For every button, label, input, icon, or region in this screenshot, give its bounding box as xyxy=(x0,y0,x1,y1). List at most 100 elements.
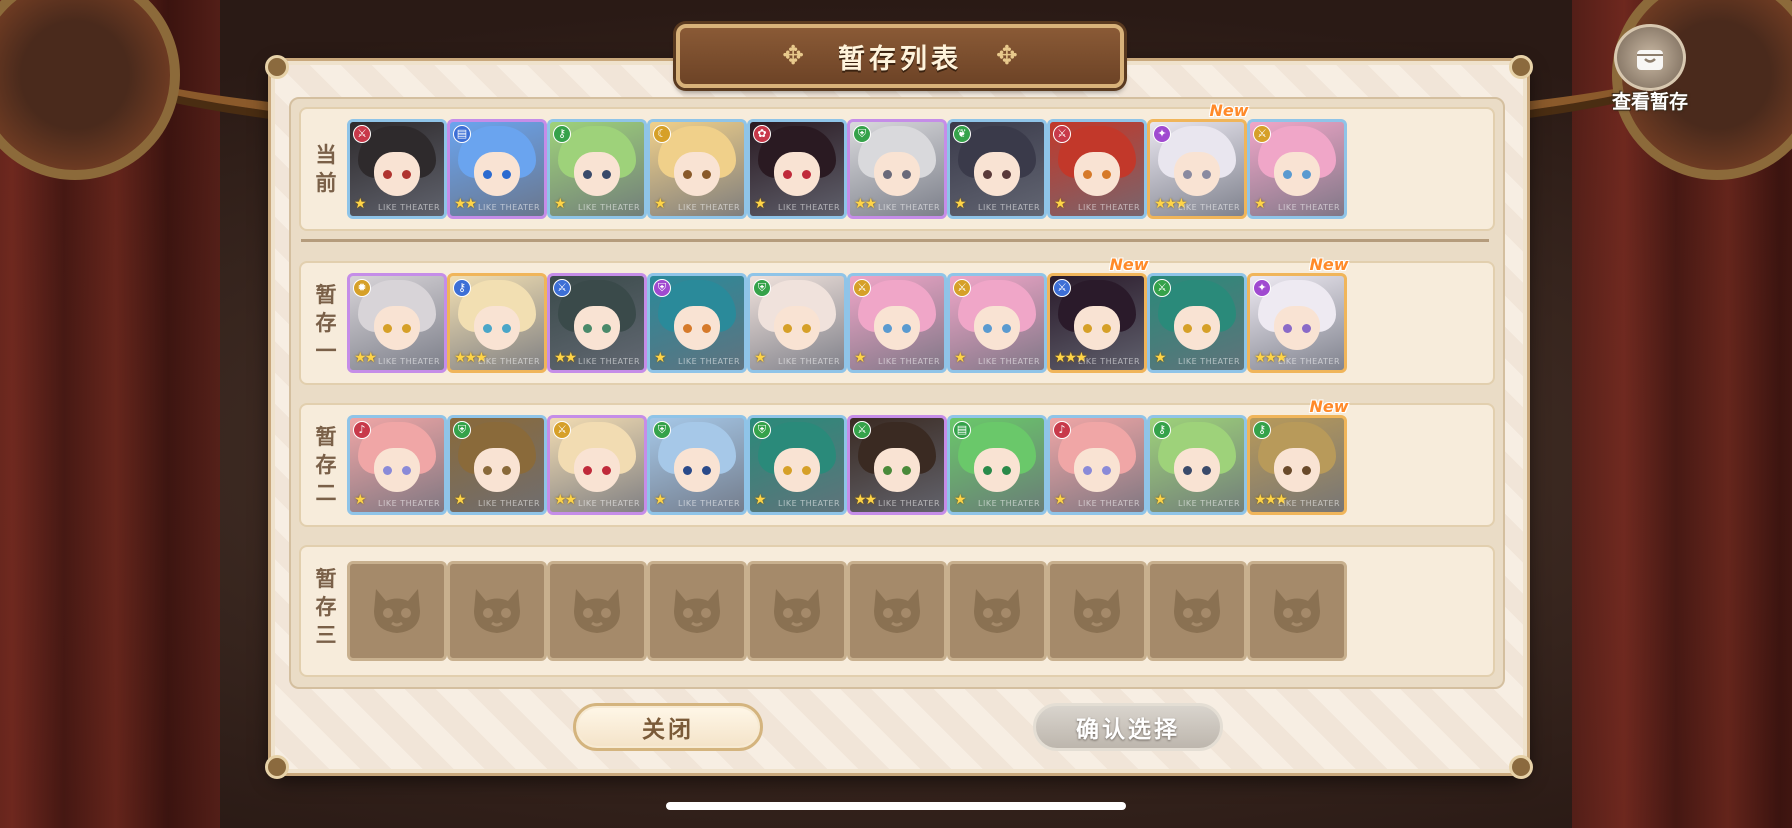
rarity-stars: ★★ xyxy=(854,492,877,508)
character-eye xyxy=(502,170,511,179)
character-card[interactable]: ⛨ ★ LIKE THEATER xyxy=(747,273,847,373)
row-label-char: 当 xyxy=(315,143,337,167)
sword-icon: ⚔ xyxy=(1253,125,1271,143)
rarity-stars: ★ xyxy=(1054,492,1066,508)
character-card[interactable]: ♪ ★ LIKE THEATER xyxy=(347,415,447,515)
character-card[interactable]: ▤ ★ LIKE THEATER xyxy=(947,415,1047,515)
empty-slot[interactable] xyxy=(1247,561,1347,661)
character-eye xyxy=(702,170,711,179)
row-stash-2[interactable]: 暂 存 二 ♪ ★ LIKE THEATER ⛨ ★ LIKE THEATER ⚔ ★★ LIK… xyxy=(299,397,1495,527)
empty-slot[interactable] xyxy=(847,561,947,661)
sword-icon: ⚔ xyxy=(853,279,871,297)
character-eye xyxy=(902,466,911,475)
character-card[interactable]: ✦ ★★★ LIKE THEATER xyxy=(1147,119,1247,219)
empty-slot[interactable] xyxy=(547,561,647,661)
character-face xyxy=(674,306,720,350)
character-card[interactable]: ⚷ ★ LIKE THEATER xyxy=(1147,415,1247,515)
character-face xyxy=(1074,152,1120,196)
character-card[interactable]: ▤ ★★ LIKE THEATER xyxy=(447,119,547,219)
moon-icon: ☾ xyxy=(653,125,671,143)
character-card[interactable]: ⚔ ★ LIKE THEATER xyxy=(1247,119,1347,219)
row-current[interactable]: 当 前 ⚔ ★ LIKE THEATER ▤ ★★ LIKE THEATER ⚷ ★ LIKE … xyxy=(299,101,1495,231)
character-card[interactable]: ⚔ ★★ LIKE THEATER xyxy=(547,415,647,515)
character-card[interactable]: ⚔ ★★ LIKE THEATER xyxy=(847,415,947,515)
empty-slot[interactable] xyxy=(1047,561,1147,661)
character-eye xyxy=(783,170,792,179)
character-eye xyxy=(1283,324,1292,333)
home-indicator[interactable] xyxy=(666,802,1126,810)
sword-icon: ⚔ xyxy=(1053,125,1071,143)
card-brand: LIKE THEATER xyxy=(578,499,640,508)
empty-slot[interactable] xyxy=(747,561,847,661)
character-card[interactable]: ✹ ★★ LIKE THEATER xyxy=(347,273,447,373)
character-card[interactable]: ⚔ ★ LIKE THEATER xyxy=(947,273,1047,373)
panel-corner xyxy=(265,55,289,79)
card-brand: LIKE THEATER xyxy=(978,499,1040,508)
character-eye xyxy=(1102,170,1111,179)
character-card[interactable]: ⚷ ★★★ LIKE THEATER xyxy=(1247,415,1347,515)
character-card[interactable]: ⛨ ★★ LIKE THEATER xyxy=(847,119,947,219)
character-card[interactable]: ⚷ ★ LIKE THEATER xyxy=(547,119,647,219)
character-eye xyxy=(783,466,792,475)
card-brand: LIKE THEATER xyxy=(1278,357,1340,366)
character-card[interactable]: ⚔ ★ LIKE THEATER xyxy=(1047,119,1147,219)
character-eye xyxy=(383,466,392,475)
character-eye xyxy=(483,466,492,475)
rarity-stars: ★ xyxy=(654,492,666,508)
character-card[interactable]: ⚷ ★★★ LIKE THEATER xyxy=(447,273,547,373)
character-face xyxy=(774,448,820,492)
card-brand: LIKE THEATER xyxy=(378,357,440,366)
chest-icon xyxy=(1614,24,1686,91)
character-eye xyxy=(1202,170,1211,179)
row-label: 暂 存 三 xyxy=(309,557,343,657)
character-card[interactable]: ⛨ ★ LIKE THEATER xyxy=(647,415,747,515)
character-card[interactable]: ⚔ ★ LIKE THEATER xyxy=(847,273,947,373)
shield-icon: ⛨ xyxy=(653,279,671,297)
row-stash-3[interactable]: 暂 存 三 xyxy=(299,545,1495,677)
card-brand: LIKE THEATER xyxy=(478,357,540,366)
confirm-selection-button[interactable]: 确认选择 xyxy=(1033,703,1223,751)
character-card[interactable]: ⚔ ★★ LIKE THEATER xyxy=(547,273,647,373)
character-eye xyxy=(883,170,892,179)
book-icon: ▤ xyxy=(953,421,971,439)
card-brand: LIKE THEATER xyxy=(878,203,940,212)
character-card[interactable]: ⛨ ★ LIKE THEATER xyxy=(447,415,547,515)
empty-slot[interactable] xyxy=(1147,561,1247,661)
view-stash-button[interactable]: 查看暂存 xyxy=(1600,24,1700,114)
card-brand: LIKE THEATER xyxy=(778,203,840,212)
character-card[interactable]: ⛨ ★ LIKE THEATER xyxy=(747,415,847,515)
character-card[interactable]: ✿ ★ LIKE THEATER xyxy=(747,119,847,219)
character-card[interactable]: ⚔ ★★★ LIKE THEATER xyxy=(1047,273,1147,373)
rarity-stars: ★ xyxy=(754,196,766,212)
close-button[interactable]: 关闭 xyxy=(573,703,763,751)
wand-icon: ✦ xyxy=(1153,125,1171,143)
character-eye xyxy=(783,324,792,333)
empty-slot[interactable] xyxy=(947,561,1047,661)
rarity-stars: ★★ xyxy=(454,196,477,212)
card-brand: LIKE THEATER xyxy=(1278,203,1340,212)
character-card[interactable]: ⛨ ★ LIKE THEATER xyxy=(647,273,747,373)
rarity-stars: ★ xyxy=(554,196,566,212)
panel-corner xyxy=(265,755,289,779)
character-card[interactable]: ✦ ★★★ LIKE THEATER xyxy=(1247,273,1347,373)
empty-slot[interactable] xyxy=(347,561,447,661)
character-eye xyxy=(702,466,711,475)
cat-silhouette-icon xyxy=(1074,589,1120,633)
character-card[interactable]: ⚔ ★ LIKE THEATER xyxy=(347,119,447,219)
team-rows: 当 前 ⚔ ★ LIKE THEATER ▤ ★★ LIKE THEATER ⚷ ★ LIKE … xyxy=(289,97,1505,689)
empty-slot[interactable] xyxy=(647,561,747,661)
empty-slot[interactable] xyxy=(447,561,547,661)
card-brand: LIKE THEATER xyxy=(878,357,940,366)
row-stash-1[interactable]: 暂 存 一 ✹ ★★ LIKE THEATER ⚷ ★★★ LIKE THEATER ⚔ ★★… xyxy=(299,255,1495,385)
character-card[interactable]: ⚔ ★ LIKE THEATER xyxy=(1147,273,1247,373)
character-card[interactable]: ❦ ★ LIKE THEATER xyxy=(947,119,1047,219)
character-card[interactable]: ☾ ★ LIKE THEATER xyxy=(647,119,747,219)
character-face xyxy=(874,448,920,492)
key-icon: ⚷ xyxy=(1153,421,1171,439)
character-eye xyxy=(1183,466,1192,475)
rarity-stars: ★ xyxy=(354,196,366,212)
key-icon: ⚷ xyxy=(453,279,471,297)
character-card[interactable]: ♪ ★ LIKE THEATER xyxy=(1047,415,1147,515)
character-eye xyxy=(1183,324,1192,333)
character-face xyxy=(874,306,920,350)
